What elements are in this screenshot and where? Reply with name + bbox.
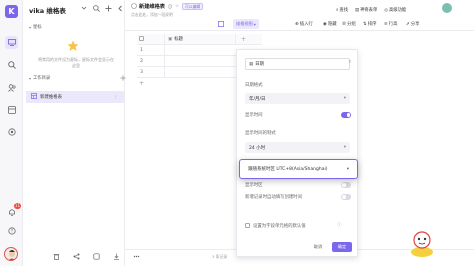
show-timezone-label: 显示时区 xyxy=(245,183,263,188)
auto-fill-label: 新增记录时自动填写创建时间 xyxy=(245,195,303,200)
row-number: 1 xyxy=(140,47,143,53)
close-icon[interactable]: ✕ xyxy=(348,60,352,65)
datasheet-icon xyxy=(131,3,137,11)
share-button[interactable]: ⇗ 分享 xyxy=(406,19,419,29)
search-icon[interactable] xyxy=(92,4,100,12)
catalog-sidebar: vika 维格表 ▾ 星标 将常用的文件设为星标，星标文件会显示在这里 ▾ 工作… xyxy=(23,0,140,266)
info-icon[interactable]: ⓘ xyxy=(168,4,172,10)
grid-icon xyxy=(31,93,37,101)
auto-fill-toggle[interactable] xyxy=(341,194,351,200)
add-icon[interactable] xyxy=(104,4,112,12)
help-icon[interactable]: ? xyxy=(5,224,18,237)
user-avatar[interactable] xyxy=(4,247,18,261)
row-number: 3 xyxy=(140,69,143,75)
eye-icon: ◉ xyxy=(323,21,327,27)
import-icon[interactable] xyxy=(113,253,120,262)
row-number: 2 xyxy=(140,58,143,64)
field-settings-panel: ▦ 日期 ✕ 日期格式 年/月/日 ▾ 显示时间 显示时间的制式 24 小时 ▾ 显示… xyxy=(236,49,358,257)
cancel-button[interactable]: 取消 xyxy=(308,242,328,252)
group-icon: ☰ xyxy=(342,21,346,27)
date-format-label: 日期格式 xyxy=(245,83,263,88)
confirm-button[interactable]: 确定 xyxy=(332,242,352,252)
app-rail: K 11 ? xyxy=(0,0,23,266)
chevron-down-icon: ▾ xyxy=(346,166,349,172)
trash-icon[interactable] xyxy=(53,253,60,262)
text-field-icon: ▣ xyxy=(168,36,173,42)
notification-badge: 11 xyxy=(13,203,21,209)
record-count: 3 条记录 xyxy=(212,254,228,259)
members-icon[interactable] xyxy=(5,81,18,94)
chevron-down-icon[interactable]: ▾ xyxy=(29,76,31,81)
share-icon[interactable] xyxy=(73,253,80,262)
form-button[interactable]: ▤ 神奇表单 xyxy=(355,7,377,14)
timezone-select[interactable]: 跟随系统时区 UTC+8(Asia/Shanghai) ▾ xyxy=(239,159,358,179)
template-icon[interactable] xyxy=(5,103,18,116)
group-button[interactable]: ☰ 分组 xyxy=(342,19,356,29)
starred-section-label[interactable]: 星标 xyxy=(33,24,42,30)
sort-icon: ⇅ xyxy=(363,21,367,27)
template-icon[interactable] xyxy=(93,253,100,262)
time-format-select[interactable]: 24 小时 ▾ xyxy=(245,142,350,153)
star-icon xyxy=(67,40,79,54)
select-all-checkbox[interactable] xyxy=(139,35,144,41)
table-cell[interactable] xyxy=(164,66,168,78)
share-icon: ⇗ xyxy=(406,21,410,27)
form-icon: ▤ xyxy=(355,7,360,13)
integration-icon[interactable] xyxy=(5,125,18,138)
sort-button[interactable]: ⇅ 排序 xyxy=(363,19,376,29)
collapse-icon[interactable] xyxy=(116,4,124,12)
robot-icon: ◎ xyxy=(384,7,388,13)
add-column-icon[interactable]: + xyxy=(235,34,251,45)
assistant-icon[interactable] xyxy=(409,228,435,258)
permission-badge: 可以编辑 xyxy=(182,3,204,10)
notification-icon[interactable]: 11 xyxy=(5,203,21,218)
field-name-input[interactable]: ▦ 日期 xyxy=(245,58,350,70)
starred-empty-hint: 将常用的文件设为星标，星标文件会显示在这里 xyxy=(38,57,114,68)
default-value-checkbox[interactable] xyxy=(245,223,250,228)
datasheet-title[interactable]: 新建维格表 xyxy=(139,3,165,10)
column-header-title[interactable]: ▣ 标题 xyxy=(164,33,183,45)
hide-fields-button[interactable]: ◉ 隐藏 xyxy=(323,19,337,29)
search-icon[interactable] xyxy=(5,58,18,71)
show-time-label: 显示时间 xyxy=(245,113,263,118)
calendar-icon: ▦ xyxy=(249,61,254,67)
workspace-section-label[interactable]: 工作目录 xyxy=(33,75,50,81)
workbench-icon[interactable] xyxy=(5,36,18,49)
default-value-label: 设置为字段单元格的默认值 xyxy=(253,224,306,229)
advanced-button[interactable]: ◎ 高级功能 xyxy=(384,7,406,14)
more-icon[interactable]: ⋮ xyxy=(114,95,118,100)
row-height-button[interactable]: ≡ 行高 xyxy=(384,19,397,29)
space-switch-icon[interactable] xyxy=(80,4,88,12)
show-timezone-toggle[interactable] xyxy=(341,182,351,188)
chevron-down-icon: ▾ xyxy=(253,21,256,27)
chevron-down-icon[interactable]: ▾ xyxy=(29,25,31,30)
chevron-down-icon: ▾ xyxy=(343,145,346,150)
space-name[interactable]: vika 维格表 xyxy=(29,5,66,15)
plus-icon: ⊕ xyxy=(295,21,299,27)
chevron-down-icon: ▾ xyxy=(343,96,346,101)
table-cell[interactable] xyxy=(164,44,168,56)
table-icon xyxy=(218,21,224,29)
node-label: 新建维格表 xyxy=(40,95,62,100)
node-item-datasheet[interactable]: 新建维格表 ⋮ xyxy=(26,91,124,103)
search-button[interactable]: ⌕ 查找 xyxy=(336,7,348,14)
tab-grid-view[interactable]: 维格视图 ▾ xyxy=(233,19,259,29)
search-icon: ⌕ xyxy=(336,7,339,13)
time-format-label: 显示时间的制式 xyxy=(245,131,276,136)
row-height-icon: ≡ xyxy=(384,21,388,27)
app-logo[interactable]: K xyxy=(5,5,18,18)
date-format-select[interactable]: 年/月/日 ▾ xyxy=(245,93,350,104)
help-icon[interactable]: ⓘ xyxy=(337,222,341,228)
timezone-value: 跟随系统时区 UTC+8(Asia/Shanghai) xyxy=(248,167,328,172)
show-time-toggle[interactable] xyxy=(341,112,351,118)
star-icon[interactable]: ☆ xyxy=(175,4,179,9)
table-cell[interactable] xyxy=(164,55,168,67)
insert-row-button[interactable]: ⊕ 插入行 xyxy=(295,19,313,29)
collaborator-avatar[interactable] xyxy=(442,3,452,13)
